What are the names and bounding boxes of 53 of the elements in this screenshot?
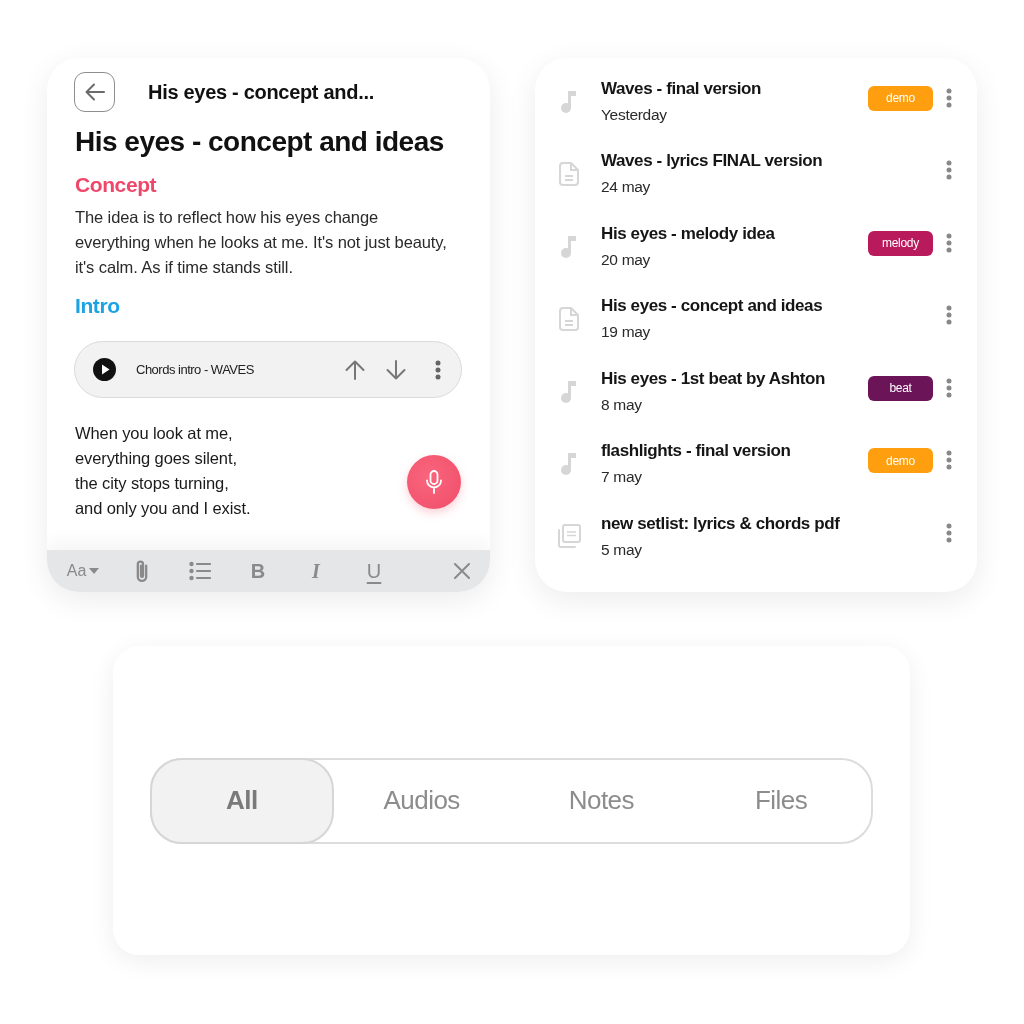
left-arrow-icon bbox=[84, 83, 105, 101]
file-tag: demo bbox=[868, 85, 933, 111]
file-tag: melody bbox=[868, 230, 933, 256]
more-icon[interactable] bbox=[946, 450, 952, 471]
file-date: 5 may bbox=[601, 539, 642, 560]
down-arrow-icon[interactable] bbox=[386, 359, 406, 380]
file-date: 24 may bbox=[601, 177, 651, 198]
more-icon[interactable] bbox=[946, 232, 952, 253]
record-button[interactable] bbox=[407, 455, 461, 509]
music-note-icon bbox=[561, 89, 577, 113]
more-icon[interactable] bbox=[435, 359, 441, 380]
music-note-icon bbox=[561, 379, 577, 403]
music-note-icon bbox=[561, 452, 577, 476]
close-icon[interactable] bbox=[454, 563, 470, 579]
file-tag: demo bbox=[868, 448, 933, 474]
filter-tab[interactable]: All bbox=[150, 757, 334, 844]
audio-player[interactable]: Chords intro - WAVES bbox=[74, 341, 462, 398]
play-icon[interactable] bbox=[93, 358, 116, 381]
file-date: Yesterday bbox=[601, 104, 667, 125]
up-arrow-icon[interactable] bbox=[345, 359, 365, 380]
file-title[interactable]: flashlights - final version bbox=[601, 439, 791, 464]
bulleted-list-icon[interactable] bbox=[189, 561, 211, 581]
file-date: 20 may bbox=[601, 249, 651, 270]
file-title[interactable]: Waves - lyrics FINAL version bbox=[601, 149, 823, 174]
caret-icon bbox=[89, 568, 100, 574]
file-title[interactable]: His eyes - melody idea bbox=[601, 221, 775, 246]
file-title[interactable]: His eyes - 1st beat by Ashton bbox=[601, 366, 825, 391]
more-icon[interactable] bbox=[946, 160, 952, 181]
document-icon bbox=[559, 306, 579, 331]
note-title: His eyes - concept and ideas bbox=[75, 125, 444, 159]
audio-title: Chords intro - WAVES bbox=[136, 362, 255, 377]
more-icon[interactable] bbox=[946, 87, 952, 108]
more-icon[interactable] bbox=[946, 522, 952, 543]
microphone-icon bbox=[426, 470, 442, 494]
stacked-pages-icon bbox=[557, 524, 581, 549]
file-title[interactable]: Waves - final version bbox=[601, 76, 762, 101]
more-icon[interactable] bbox=[946, 377, 952, 398]
section-heading: Concept bbox=[75, 172, 157, 198]
document-icon bbox=[559, 161, 579, 186]
back-button[interactable] bbox=[74, 72, 115, 112]
music-note-icon bbox=[561, 234, 577, 258]
note-header-title: His eyes - concept and... bbox=[148, 80, 374, 105]
section-heading: Intro bbox=[75, 293, 120, 319]
file-date: 19 may bbox=[601, 322, 651, 343]
note-paragraph: The idea is to reflect how his eyes change everything when he looks at me. It's not just beauty, it's calm. As if time stands still. bbox=[75, 207, 448, 278]
file-title[interactable]: His eyes - concept and ideas bbox=[601, 294, 823, 319]
lyrics-text: When you look at me, everything goes silent, the city stops turning, and only you and I exist. bbox=[75, 423, 251, 519]
paperclip-icon[interactable] bbox=[136, 559, 148, 583]
file-title[interactable]: new setlist: lyrics & chords pdf bbox=[601, 511, 840, 536]
more-icon[interactable] bbox=[946, 305, 952, 326]
file-date: 8 may bbox=[601, 394, 642, 415]
file-date: 7 may bbox=[601, 467, 642, 488]
file-tag: beat bbox=[868, 375, 933, 401]
